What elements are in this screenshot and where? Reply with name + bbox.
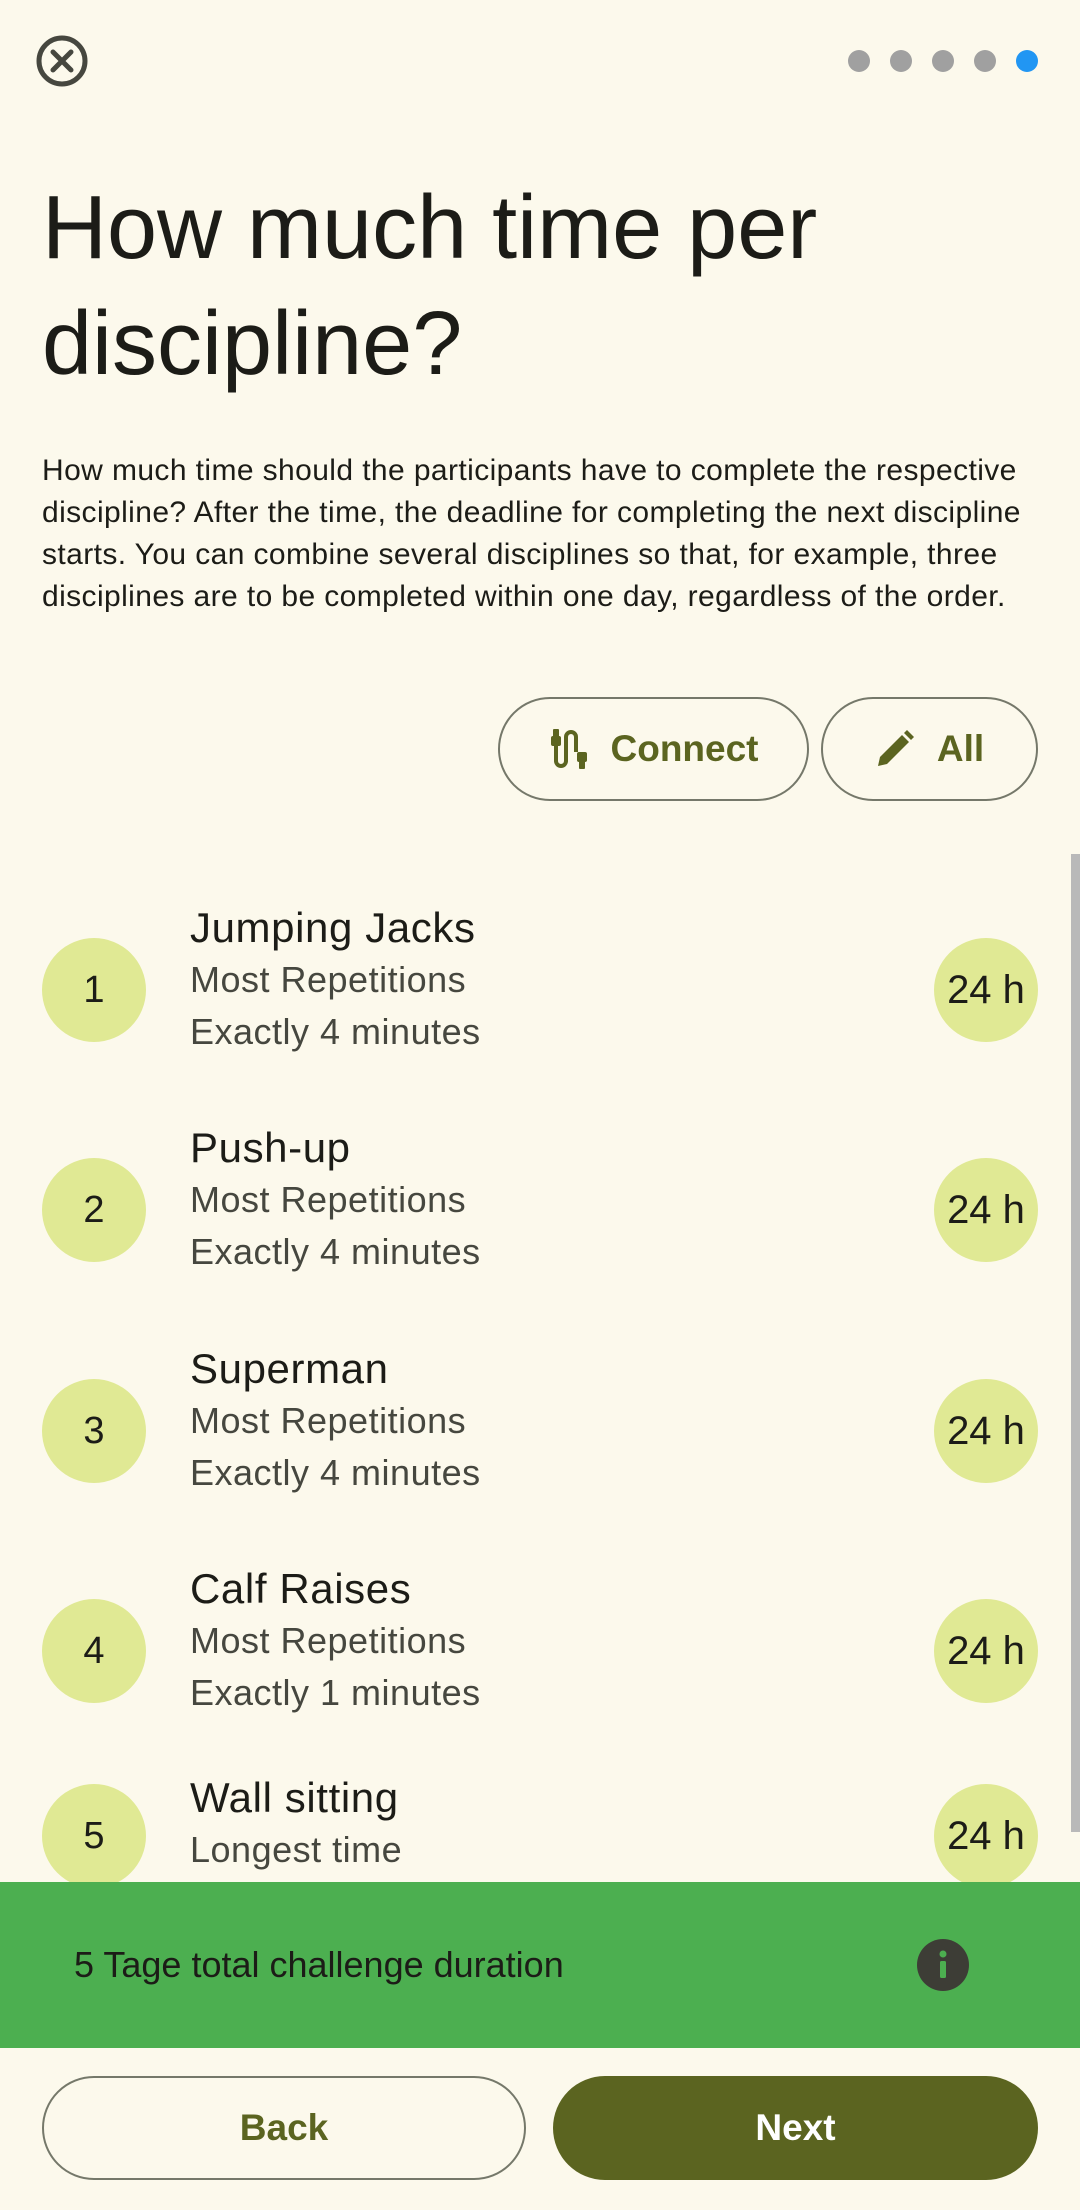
discipline-list[interactable]: 1 Jumping Jacks Most Repetitions Exactly… (0, 860, 1080, 1882)
duration-badge[interactable]: 24 h (934, 1158, 1038, 1262)
discipline-limit: Exactly 1 minutes (190, 1672, 481, 1713)
discipline-mode: Most Repetitions (190, 1620, 467, 1661)
discipline-info: Jumping Jacks Most Repetitions Exactly 4… (190, 902, 481, 1058)
discipline-limit: Exactly 4 minutes (190, 1231, 481, 1272)
discipline-limit: Exactly 4 minutes (190, 1452, 481, 1493)
all-label: All (936, 728, 985, 769)
discipline-name: Push-up (190, 1124, 351, 1171)
discipline-name: Calf Raises (190, 1565, 412, 1612)
discipline-name: Wall sitting (190, 1774, 399, 1821)
discipline-info: Superman Most Repetitions Exactly 4 minu… (190, 1343, 481, 1499)
discipline-name: Superman (190, 1345, 389, 1392)
duration-badge[interactable]: 24 h (934, 1784, 1038, 1882)
discipline-mode: Most Repetitions (190, 1179, 467, 1220)
list-item[interactable]: 1 Jumping Jacks Most Repetitions Exactly… (0, 884, 1080, 1084)
connect-button[interactable]: Connect (498, 697, 809, 801)
discipline-name: Jumping Jacks (190, 904, 476, 951)
discipline-info: Wall sitting Longest time (190, 1772, 402, 1876)
page-title: How much time per discipline? (42, 178, 818, 394)
connect-cable-icon (549, 727, 589, 771)
page: How much time per discipline? How much t… (0, 0, 1080, 2210)
pencil-icon (875, 729, 915, 769)
duration-badge[interactable]: 24 h (934, 938, 1038, 1042)
discipline-number: 3 (42, 1379, 146, 1483)
edit-all-button[interactable]: All (821, 697, 1038, 801)
page-description: How much time should the participants ha… (42, 454, 1021, 613)
list-item[interactable]: 4 Calf Raises Most Repetitions Exactly 1… (0, 1545, 1080, 1745)
discipline-limit: Exactly 4 minutes (190, 1011, 481, 1052)
duration-badge[interactable]: 24 h (934, 1379, 1038, 1483)
list-item[interactable]: 3 Superman Most Repetitions Exactly 4 mi… (0, 1325, 1080, 1525)
progress-dot (848, 50, 870, 72)
list-item[interactable]: 5 Wall sitting Longest time 24 h (0, 1774, 1080, 1882)
discipline-mode: Most Repetitions (190, 959, 467, 1000)
progress-dots (848, 50, 1038, 72)
discipline-info: Calf Raises Most Repetitions Exactly 1 m… (190, 1563, 481, 1719)
discipline-number: 4 (42, 1599, 146, 1703)
total-duration-text: 5 Tage total challenge duration (74, 1944, 564, 1985)
progress-dot-active (1016, 50, 1038, 72)
duration-badge[interactable]: 24 h (934, 1599, 1038, 1703)
close-icon[interactable] (34, 33, 90, 89)
discipline-mode: Most Repetitions (190, 1400, 467, 1441)
bottom-navigation: Back Next (0, 2048, 1080, 2210)
connect-label: Connect (610, 728, 759, 769)
discipline-number: 2 (42, 1158, 146, 1262)
discipline-number: 5 (42, 1784, 146, 1882)
progress-dot (890, 50, 912, 72)
next-button[interactable]: Next (553, 2076, 1038, 2180)
info-icon[interactable] (916, 1938, 970, 1992)
progress-dot (932, 50, 954, 72)
progress-dot (974, 50, 996, 72)
back-button[interactable]: Back (42, 2076, 526, 2180)
discipline-number: 1 (42, 938, 146, 1042)
discipline-info: Push-up Most Repetitions Exactly 4 minut… (190, 1122, 481, 1278)
duration-summary-banner: 5 Tage total challenge duration (0, 1882, 1080, 2048)
scrollbar[interactable] (1071, 854, 1080, 1832)
discipline-mode: Longest time (190, 1829, 403, 1870)
list-item[interactable]: 2 Push-up Most Repetitions Exactly 4 min… (0, 1104, 1080, 1304)
